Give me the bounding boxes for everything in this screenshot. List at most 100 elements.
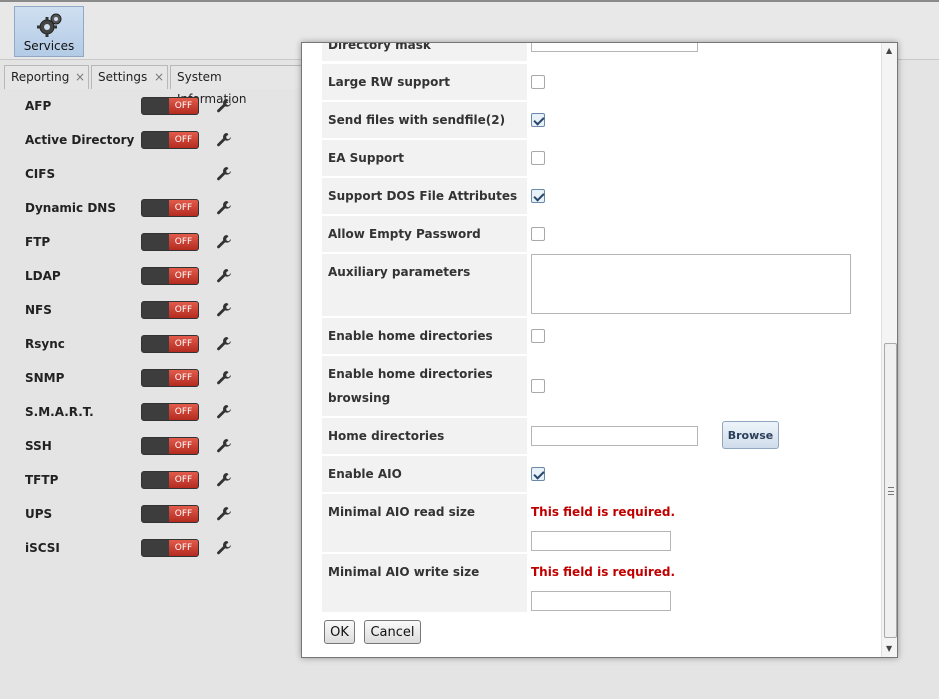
tab-label: Settings — [98, 70, 148, 84]
service-toggle[interactable]: OFF — [141, 539, 199, 557]
wrench-icon[interactable] — [216, 472, 232, 491]
field-label: Send files with sendfile(2) — [322, 102, 527, 138]
list-item: iSCSI OFF — [25, 539, 255, 559]
service-name: CIFS — [25, 167, 56, 181]
wrench-icon[interactable] — [216, 506, 232, 525]
service-name: SNMP — [25, 371, 65, 385]
form-row-dos-attributes: Support DOS File Attributes — [322, 178, 882, 214]
aio-read-size-input[interactable] — [531, 531, 671, 551]
service-name: TFTP — [25, 473, 59, 487]
toggle-state: OFF — [169, 540, 198, 556]
aio-write-size-input[interactable] — [531, 591, 671, 611]
sendfile-checkbox[interactable] — [531, 113, 545, 127]
dialog-scrollbar[interactable]: ▲ ▼ — [881, 43, 897, 657]
form-row-empty-password: Allow Empty Password — [322, 216, 882, 252]
service-toggle[interactable]: OFF — [141, 267, 199, 285]
gears-icon — [37, 12, 63, 41]
service-name: Dynamic DNS — [25, 201, 116, 215]
close-icon[interactable]: × — [154, 66, 164, 88]
tab-settings[interactable]: Settings × — [91, 65, 168, 89]
home-directories-input[interactable] — [531, 426, 698, 446]
service-toggle[interactable]: OFF — [141, 369, 199, 387]
field-label: Large RW support — [322, 64, 527, 100]
home-browsing-checkbox[interactable] — [531, 379, 545, 393]
empty-password-checkbox[interactable] — [531, 227, 545, 241]
cancel-button[interactable]: Cancel — [364, 620, 421, 644]
cifs-settings-dialog: Directory mask Large RW support Send fil… — [301, 42, 898, 658]
service-name: AFP — [25, 99, 52, 113]
aio-checkbox[interactable] — [531, 467, 545, 481]
list-item: SSH OFF — [25, 437, 255, 457]
wrench-icon[interactable] — [216, 438, 232, 457]
list-item: LDAP OFF — [25, 267, 255, 287]
wrench-icon[interactable] — [216, 302, 232, 321]
wrench-icon[interactable] — [216, 132, 232, 151]
field-label: Enable home directories — [322, 318, 527, 354]
field-label: Directory mask — [322, 43, 527, 61]
scrollbar-thumb[interactable] — [884, 343, 897, 638]
form-row-aio: Enable AIO — [322, 456, 882, 492]
wrench-icon[interactable] — [216, 234, 232, 253]
auxiliary-parameters-textarea[interactable] — [531, 254, 851, 314]
service-toggle[interactable]: OFF — [141, 131, 199, 149]
scroll-up-arrow-icon[interactable]: ▲ — [886, 46, 892, 55]
wrench-icon[interactable] — [216, 404, 232, 423]
service-toggle[interactable]: OFF — [141, 233, 199, 251]
wrench-icon[interactable] — [216, 200, 232, 219]
wrench-icon[interactable] — [216, 268, 232, 287]
directory-mask-input[interactable] — [531, 43, 698, 52]
service-toggle[interactable]: OFF — [141, 471, 199, 489]
service-toggle[interactable]: OFF — [141, 335, 199, 353]
service-name: FTP — [25, 235, 51, 249]
form-row-ea-support: EA Support — [322, 140, 882, 176]
grip-icon — [888, 487, 894, 495]
form-row-aio-write-size: Minimal AIO write size This field is req… — [322, 554, 882, 612]
tab-system-information[interactable]: System Information — [170, 65, 310, 106]
error-message: This field is required. — [531, 505, 676, 519]
toggle-state: OFF — [169, 506, 198, 522]
ok-button[interactable]: OK — [324, 620, 355, 644]
tab-reporting[interactable]: Reporting × — [4, 65, 89, 89]
wrench-icon[interactable] — [216, 336, 232, 355]
service-toggle[interactable]: OFF — [141, 437, 199, 455]
list-item: Active Directory OFF — [25, 131, 255, 151]
scroll-down-arrow-icon[interactable]: ▼ — [886, 644, 892, 653]
dos-attributes-checkbox[interactable] — [531, 189, 545, 203]
list-item: FTP OFF — [25, 233, 255, 253]
field-label: Allow Empty Password — [322, 216, 527, 252]
browse-button[interactable]: Browse — [722, 421, 779, 449]
wrench-icon[interactable] — [216, 540, 232, 559]
service-toggle[interactable]: OFF — [141, 301, 199, 319]
wrench-icon[interactable] — [216, 370, 232, 389]
list-item: NFS OFF — [25, 301, 255, 321]
form-row-home-directories-enable: Enable home directories — [322, 318, 882, 354]
service-toggle[interactable]: OFF — [141, 199, 199, 217]
toggle-state: OFF — [169, 234, 198, 250]
toggle-state: OFF — [169, 370, 198, 386]
service-toggle[interactable]: OFF — [141, 403, 199, 421]
field-label: Enable AIO — [322, 456, 527, 492]
services-button[interactable]: Services — [14, 6, 84, 57]
wrench-icon[interactable] — [216, 166, 232, 185]
home-directories-checkbox[interactable] — [531, 329, 545, 343]
field-label: Enable home directories browsing — [322, 356, 527, 416]
list-item: S.M.A.R.T. OFF — [25, 403, 255, 423]
form-row-home-path: Home directories Browse — [322, 418, 882, 454]
service-name: Active Directory — [25, 133, 135, 147]
services-button-label: Services — [23, 39, 75, 53]
service-toggle[interactable]: OFF — [141, 97, 199, 115]
service-name: NFS — [25, 303, 52, 317]
list-item: CIFS — [25, 165, 255, 185]
field-label: Minimal AIO write size — [322, 554, 527, 612]
toggle-state: OFF — [169, 268, 198, 284]
large-rw-checkbox[interactable] — [531, 75, 545, 89]
close-icon[interactable]: × — [75, 66, 85, 88]
wrench-icon[interactable] — [216, 98, 232, 117]
form-row-large-rw: Large RW support — [322, 64, 882, 100]
ea-support-checkbox[interactable] — [531, 151, 545, 165]
service-toggle[interactable]: OFF — [141, 505, 199, 523]
list-item: Dynamic DNS OFF — [25, 199, 255, 219]
list-item: TFTP OFF — [25, 471, 255, 491]
service-name: Rsync — [25, 337, 65, 351]
field-label: EA Support — [322, 140, 527, 176]
